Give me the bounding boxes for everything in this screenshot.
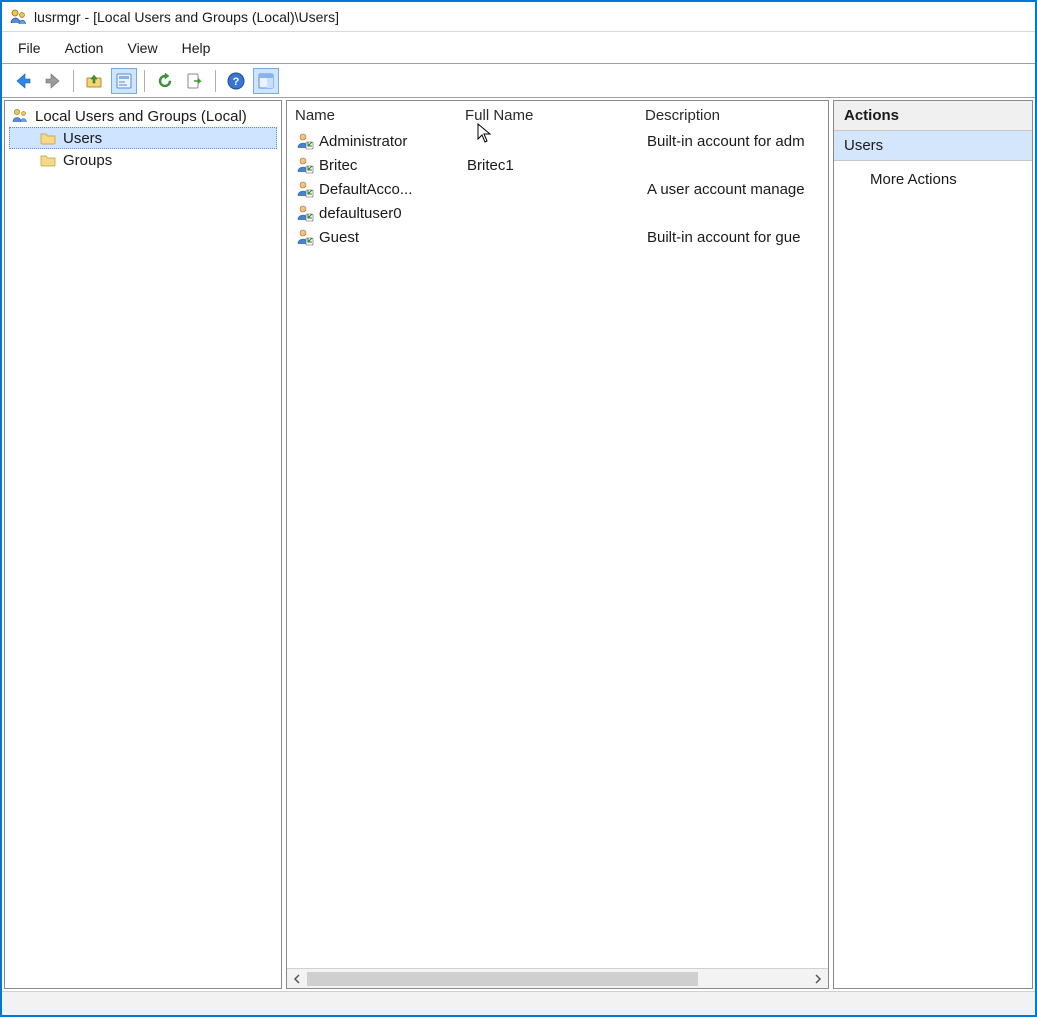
user-icon: [295, 179, 315, 199]
column-header-description[interactable]: Description: [645, 107, 824, 124]
scrollbar-track[interactable]: [307, 970, 808, 988]
actions-section-users[interactable]: Users: [834, 131, 1032, 161]
refresh-button[interactable]: [152, 68, 178, 94]
user-icon: [295, 155, 315, 175]
properties-button[interactable]: [111, 68, 137, 94]
user-description: Built-in account for adm: [647, 133, 824, 150]
user-name: Administrator: [319, 133, 467, 150]
scroll-left-icon[interactable]: [287, 970, 307, 988]
tree-root-label: Local Users and Groups (Local): [35, 108, 247, 125]
folder-icon: [39, 151, 57, 169]
user-name: defaultuser0: [319, 205, 467, 222]
svg-text:?: ?: [233, 76, 240, 88]
list-pane: Name Full Name Description Administrator…: [286, 100, 829, 989]
tree: Local Users and Groups (Local) Users Gro…: [5, 101, 281, 175]
toolbar-separator: [215, 70, 216, 92]
column-header-full-name[interactable]: Full Name: [465, 107, 645, 124]
app-icon: [8, 7, 28, 27]
window-title: lusrmgr - [Local Users and Groups (Local…: [34, 9, 339, 25]
export-button[interactable]: [182, 68, 208, 94]
folder-icon: [39, 129, 57, 147]
up-folder-button[interactable]: [81, 68, 107, 94]
user-row[interactable]: Britec Britec1: [291, 153, 828, 177]
scrollbar-thumb[interactable]: [307, 972, 698, 986]
tree-item-groups[interactable]: Groups: [9, 149, 277, 171]
list-body: Administrator Built-in account for adm B…: [287, 129, 828, 968]
menu-view[interactable]: View: [117, 36, 171, 60]
statusbar: [2, 991, 1035, 1015]
more-actions-item[interactable]: More Actions: [834, 161, 1032, 198]
menubar: File Action View Help: [2, 32, 1035, 64]
tree-root[interactable]: Local Users and Groups (Local): [9, 105, 277, 127]
tree-pane: Local Users and Groups (Local) Users Gro…: [4, 100, 282, 989]
user-row[interactable]: Guest Built-in account for gue: [291, 225, 828, 249]
user-row[interactable]: defaultuser0: [291, 201, 828, 225]
tree-item-label: Users: [63, 130, 102, 147]
user-description: Built-in account for gue: [647, 229, 824, 246]
user-name: Guest: [319, 229, 467, 246]
column-header-name[interactable]: Name: [295, 107, 465, 124]
user-description: A user account manage: [647, 181, 824, 198]
toolbar: ?: [2, 64, 1035, 98]
tree-item-label: Groups: [63, 152, 112, 169]
scroll-right-icon[interactable]: [808, 970, 828, 988]
menu-file[interactable]: File: [8, 36, 55, 60]
toolbar-separator: [144, 70, 145, 92]
user-name: Britec: [319, 157, 467, 174]
users-groups-root-icon: [11, 107, 29, 125]
user-icon: [295, 203, 315, 223]
help-button[interactable]: ?: [223, 68, 249, 94]
nav-back-button[interactable]: [10, 68, 36, 94]
titlebar: lusrmgr - [Local Users and Groups (Local…: [2, 2, 1035, 32]
horizontal-scrollbar[interactable]: [287, 968, 828, 988]
user-row[interactable]: DefaultAcco... A user account manage: [291, 177, 828, 201]
toolbar-separator: [73, 70, 74, 92]
nav-forward-button[interactable]: [40, 68, 66, 94]
user-name: DefaultAcco...: [319, 181, 467, 198]
user-icon: [295, 227, 315, 247]
tree-item-users[interactable]: Users: [9, 127, 277, 149]
actions-header: Actions: [834, 101, 1032, 131]
user-full-name: Britec1: [467, 157, 647, 174]
user-row[interactable]: Administrator Built-in account for adm: [291, 129, 828, 153]
show-hide-pane-button[interactable]: [253, 68, 279, 94]
user-icon: [295, 131, 315, 151]
menu-help[interactable]: Help: [172, 36, 225, 60]
menu-action[interactable]: Action: [55, 36, 118, 60]
list-header: Name Full Name Description: [287, 101, 828, 129]
workspace: Local Users and Groups (Local) Users Gro…: [2, 98, 1035, 991]
actions-pane: Actions Users More Actions: [833, 100, 1033, 989]
